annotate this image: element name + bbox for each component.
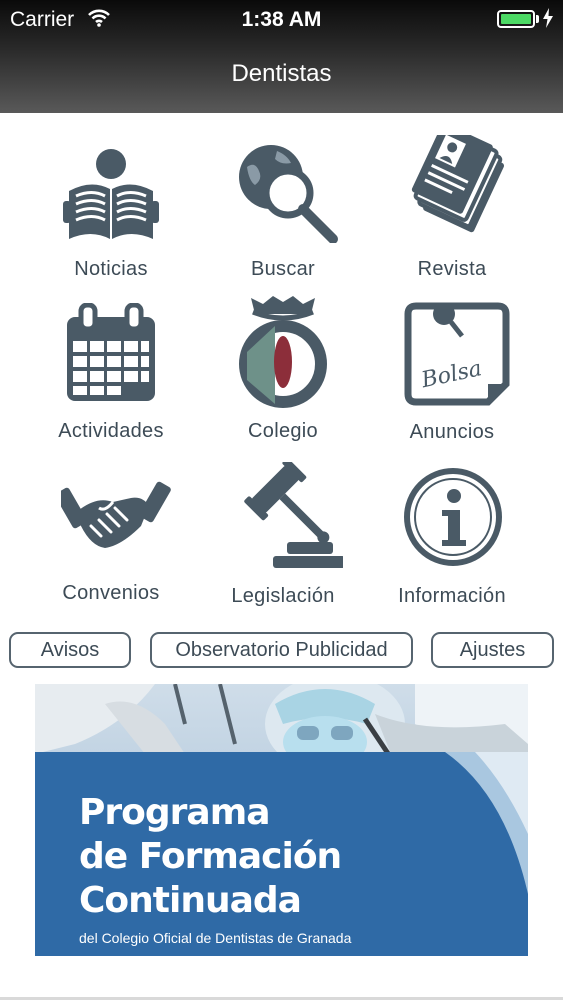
globe-search-icon: [239, 145, 338, 243]
grid-label-anuncios: Anuncios: [409, 421, 495, 443]
page-title: Dentistas: [231, 60, 332, 87]
charging-bolt-icon: [543, 8, 553, 28]
bolsa-notice-icon: Bolsa: [404, 302, 510, 406]
grid-label-colegio: Colegio: [248, 420, 318, 442]
grid-item-buscar[interactable]: Buscar: [198, 143, 368, 293]
college-emblem-icon: [239, 296, 327, 408]
ajustes-button[interactable]: Ajustes: [431, 632, 554, 668]
grid-item-colegio[interactable]: Colegio: [198, 292, 368, 442]
banner-title-line3: Continuada: [79, 880, 302, 921]
banner-title-line2: de Formación: [79, 836, 342, 877]
magazine-stack-icon: [411, 135, 505, 233]
grid-item-anuncios[interactable]: Bolsa Anuncios: [367, 298, 537, 448]
status-bar: Carrier 1:38 AM: [0, 0, 563, 40]
newspaper-reader-icon: [63, 149, 159, 239]
banner-subtitle: del Colegio Oficial de Dentistas de Gran…: [79, 930, 352, 946]
grid-item-convenios[interactable]: Convenios: [26, 470, 196, 620]
grid-item-informacion[interactable]: Información: [367, 466, 537, 616]
grid-label-actividades: Actividades: [58, 420, 164, 442]
grid-label-buscar: Buscar: [250, 258, 316, 280]
avisos-button[interactable]: Avisos: [9, 632, 131, 668]
battery-icon: [497, 10, 535, 28]
formacion-banner[interactable]: Programa de Formación Continuada del Col…: [35, 684, 528, 956]
grid-label-revista: Revista: [417, 258, 487, 280]
calendar-icon: [67, 303, 155, 401]
info-icon: [404, 468, 502, 566]
grid-label-informacion: Información: [398, 585, 506, 607]
grid-label-legislacion: Legislación: [231, 585, 335, 607]
grid-item-legislacion[interactable]: Legislación: [198, 462, 368, 612]
grid-label-noticias: Noticias: [74, 258, 148, 280]
gavel-icon: [244, 462, 343, 568]
grid-item-actividades[interactable]: Actividades: [26, 303, 196, 453]
banner-title-line1: Programa: [79, 792, 270, 833]
grid-label-convenios: Convenios: [62, 582, 160, 604]
grid-item-noticias[interactable]: Noticias: [26, 143, 196, 293]
grid-item-revista[interactable]: Revista: [367, 135, 537, 285]
clock: 1:38 AM: [241, 8, 322, 31]
handshake-icon: [61, 481, 171, 548]
observatorio-publicidad-button[interactable]: Observatorio Publicidad: [150, 632, 413, 668]
